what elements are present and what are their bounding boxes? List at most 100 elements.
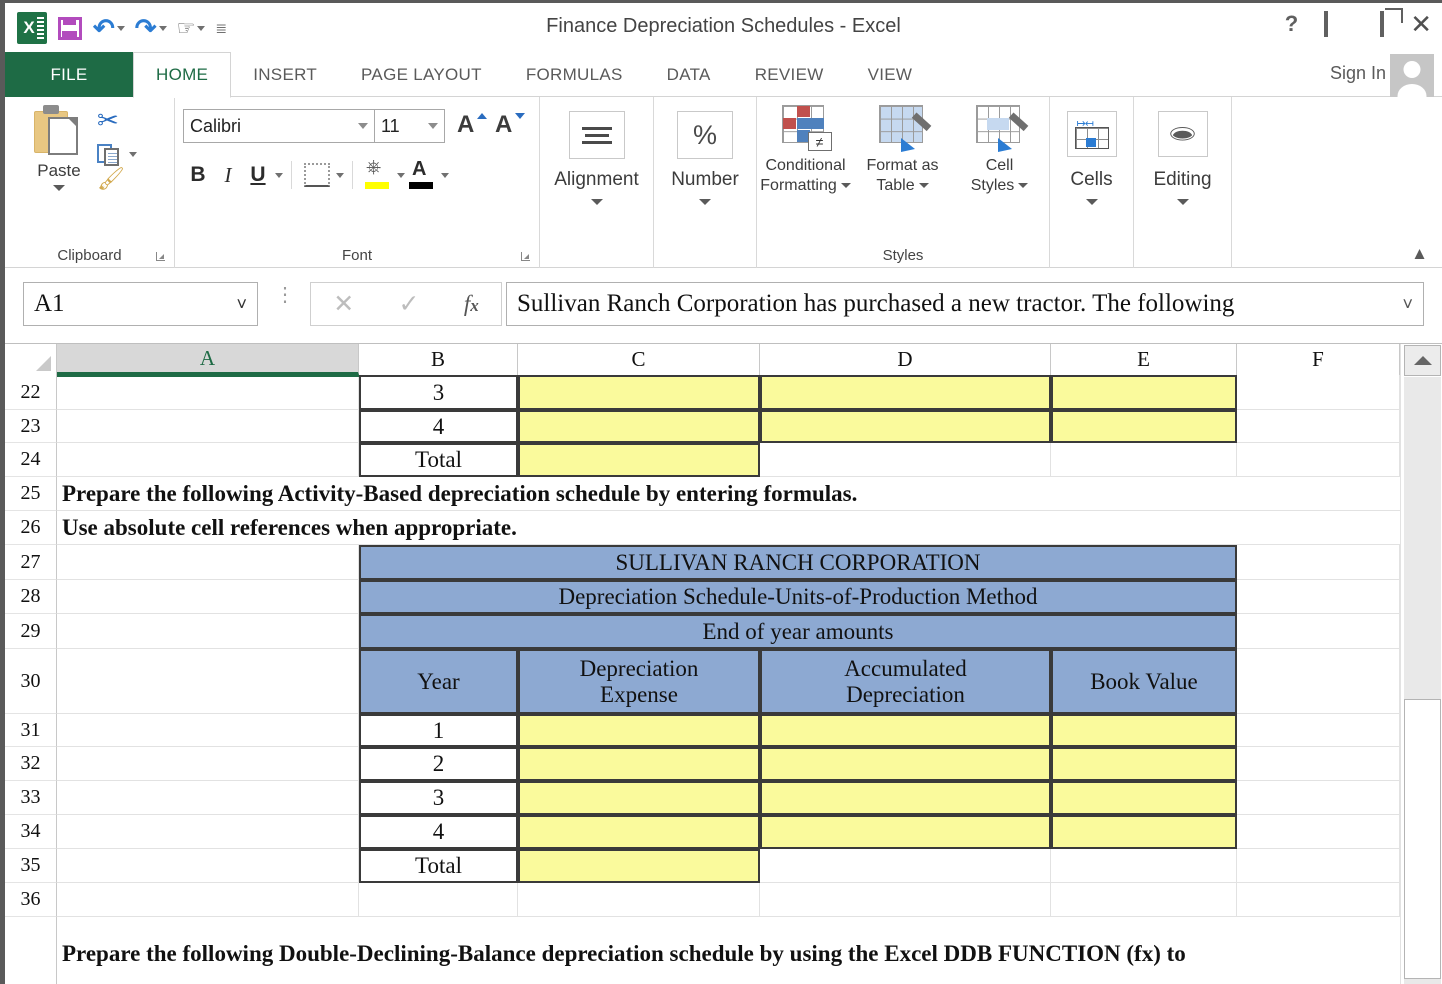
cell-d30[interactable]: Accumulated Depreciation xyxy=(760,649,1051,714)
cell-d32[interactable] xyxy=(760,747,1051,781)
cell-c34[interactable] xyxy=(518,815,760,849)
cell-c32[interactable] xyxy=(518,747,760,781)
borders-button[interactable] xyxy=(300,159,334,191)
tab-view[interactable]: VIEW xyxy=(846,52,935,97)
underline-button[interactable]: U xyxy=(243,159,273,191)
sign-in-button[interactable]: Sign In xyxy=(1330,63,1386,84)
font-dialog-launcher-icon[interactable] xyxy=(521,252,532,263)
tab-home[interactable]: HOME xyxy=(133,52,232,98)
cell-a25[interactable]: Prepare the following Activity-Based dep… xyxy=(62,477,1392,511)
cell-c31[interactable] xyxy=(518,714,760,747)
grow-font-button[interactable]: A xyxy=(457,111,474,139)
vertical-scrollbar[interactable] xyxy=(1400,344,1442,984)
tab-insert[interactable]: INSERT xyxy=(231,52,339,97)
copy-button[interactable] xyxy=(97,142,167,166)
font-color-chevron-down-icon[interactable] xyxy=(441,172,449,178)
bold-button[interactable]: B xyxy=(183,159,213,191)
formula-bar-grip[interactable]: ⋮ xyxy=(275,285,295,305)
borders-chevron-down-icon[interactable] xyxy=(336,172,344,178)
expand-formula-bar-icon[interactable]: ˅ xyxy=(1402,294,1413,315)
conditional-formatting-button[interactable]: ≠ Conditional Formatting xyxy=(757,105,854,196)
tab-page-layout[interactable]: PAGE LAYOUT xyxy=(339,52,504,97)
row-header-34[interactable]: 34 xyxy=(5,815,57,849)
cell-b22[interactable]: 3 xyxy=(359,375,518,410)
font-size-input[interactable]: 11 xyxy=(375,109,445,143)
cell-e23[interactable] xyxy=(1051,410,1237,443)
tab-file[interactable]: FILE xyxy=(5,52,133,97)
cell-c22[interactable] xyxy=(518,375,760,410)
column-header-f[interactable]: F xyxy=(1237,344,1400,375)
format-painter-button[interactable]: 🖌 xyxy=(97,166,167,192)
row-header-26[interactable]: 26 xyxy=(5,511,57,545)
fill-color-button[interactable]: ⎈ xyxy=(361,157,395,191)
column-header-b[interactable]: B xyxy=(359,344,518,375)
chevron-down-icon[interactable] xyxy=(358,123,368,129)
scrollbar-thumb[interactable] xyxy=(1404,699,1441,979)
cell-b34[interactable]: 4 xyxy=(359,815,518,849)
format-as-table-button[interactable]: Format as Table xyxy=(854,105,951,196)
cell-e34[interactable] xyxy=(1051,815,1237,849)
close-icon[interactable]: ✕ xyxy=(1410,11,1432,37)
row-header-37[interactable] xyxy=(5,917,57,984)
cell-e31[interactable] xyxy=(1051,714,1237,747)
cell-b27[interactable]: SULLIVAN RANCH CORPORATION xyxy=(359,545,1237,580)
paste-button[interactable]: Paste xyxy=(19,103,99,191)
insert-function-icon[interactable]: fx xyxy=(464,291,479,317)
tab-data[interactable]: DATA xyxy=(645,52,733,97)
cell-styles-button[interactable]: Cell Styles xyxy=(951,105,1048,196)
row-header-33[interactable]: 33 xyxy=(5,781,57,815)
cell-d33[interactable] xyxy=(760,781,1051,815)
cell-e22[interactable] xyxy=(1051,375,1237,410)
cell-e30[interactable]: Book Value xyxy=(1051,649,1237,714)
tab-review[interactable]: REVIEW xyxy=(733,52,846,97)
tab-formulas[interactable]: FORMULAS xyxy=(504,52,645,97)
cell-b32[interactable]: 2 xyxy=(359,747,518,781)
alignment-chevron-down-icon[interactable] xyxy=(590,199,603,205)
cell-b30[interactable]: Year xyxy=(359,649,518,714)
row-header-35[interactable]: 35 xyxy=(5,849,57,883)
clipboard-dialog-launcher-icon[interactable] xyxy=(156,252,167,263)
editing-button[interactable]: 🕳 xyxy=(1157,111,1208,157)
scroll-up-button[interactable] xyxy=(1404,345,1441,376)
select-all-corner[interactable] xyxy=(5,344,57,375)
fill-color-chevron-down-icon[interactable] xyxy=(397,172,405,178)
cut-button[interactable]: ✂ xyxy=(97,105,167,136)
cell-d22[interactable] xyxy=(760,375,1051,410)
cell-c24[interactable] xyxy=(518,443,760,477)
cell-b31[interactable]: 1 xyxy=(359,714,518,747)
cell-c33[interactable] xyxy=(518,781,760,815)
cells-button[interactable]: ↦↤ xyxy=(1066,111,1117,157)
restore-icon[interactable] xyxy=(1380,11,1385,37)
cell-d31[interactable] xyxy=(760,714,1051,747)
chevron-down-icon[interactable] xyxy=(840,183,851,189)
alignment-button[interactable] xyxy=(568,111,625,159)
cell-e32[interactable] xyxy=(1051,747,1237,781)
cell-b28[interactable]: Depreciation Schedule-Units-of-Productio… xyxy=(359,580,1237,614)
cell-b24[interactable]: Total xyxy=(359,443,518,477)
cell-b29[interactable]: End of year amounts xyxy=(359,614,1237,649)
cell-b33[interactable]: 3 xyxy=(359,781,518,815)
italic-button[interactable]: I xyxy=(213,159,243,191)
cell-c35[interactable] xyxy=(518,849,760,883)
ribbon-display-options-icon[interactable] xyxy=(1324,11,1329,37)
underline-chevron-down-icon[interactable] xyxy=(275,172,283,178)
row-header-28[interactable]: 28 xyxy=(5,580,57,614)
formula-input[interactable]: Sullivan Ranch Corporation has purchased… xyxy=(506,282,1424,326)
row-header-32[interactable]: 32 xyxy=(5,747,57,781)
collapse-ribbon-icon[interactable]: ▲ xyxy=(1411,244,1428,264)
name-box[interactable]: A1 ˅ xyxy=(23,282,258,326)
column-header-c[interactable]: C xyxy=(518,344,760,375)
column-header-e[interactable]: E xyxy=(1051,344,1237,375)
cell-b35[interactable]: Total xyxy=(359,849,518,883)
chevron-down-icon[interactable] xyxy=(1018,183,1029,189)
avatar[interactable] xyxy=(1390,54,1434,98)
chevron-down-icon[interactable]: ˅ xyxy=(236,294,247,315)
column-header-a[interactable]: A xyxy=(57,344,359,375)
number-chevron-down-icon[interactable] xyxy=(699,199,711,205)
cell-c23[interactable] xyxy=(518,410,760,443)
cell-c30[interactable]: Depreciation Expense xyxy=(518,649,760,714)
row-header-36[interactable]: 36 xyxy=(5,883,57,917)
chevron-down-icon[interactable] xyxy=(918,183,929,189)
column-header-d[interactable]: D xyxy=(760,344,1051,375)
row-header-22[interactable]: 22 xyxy=(5,375,57,410)
